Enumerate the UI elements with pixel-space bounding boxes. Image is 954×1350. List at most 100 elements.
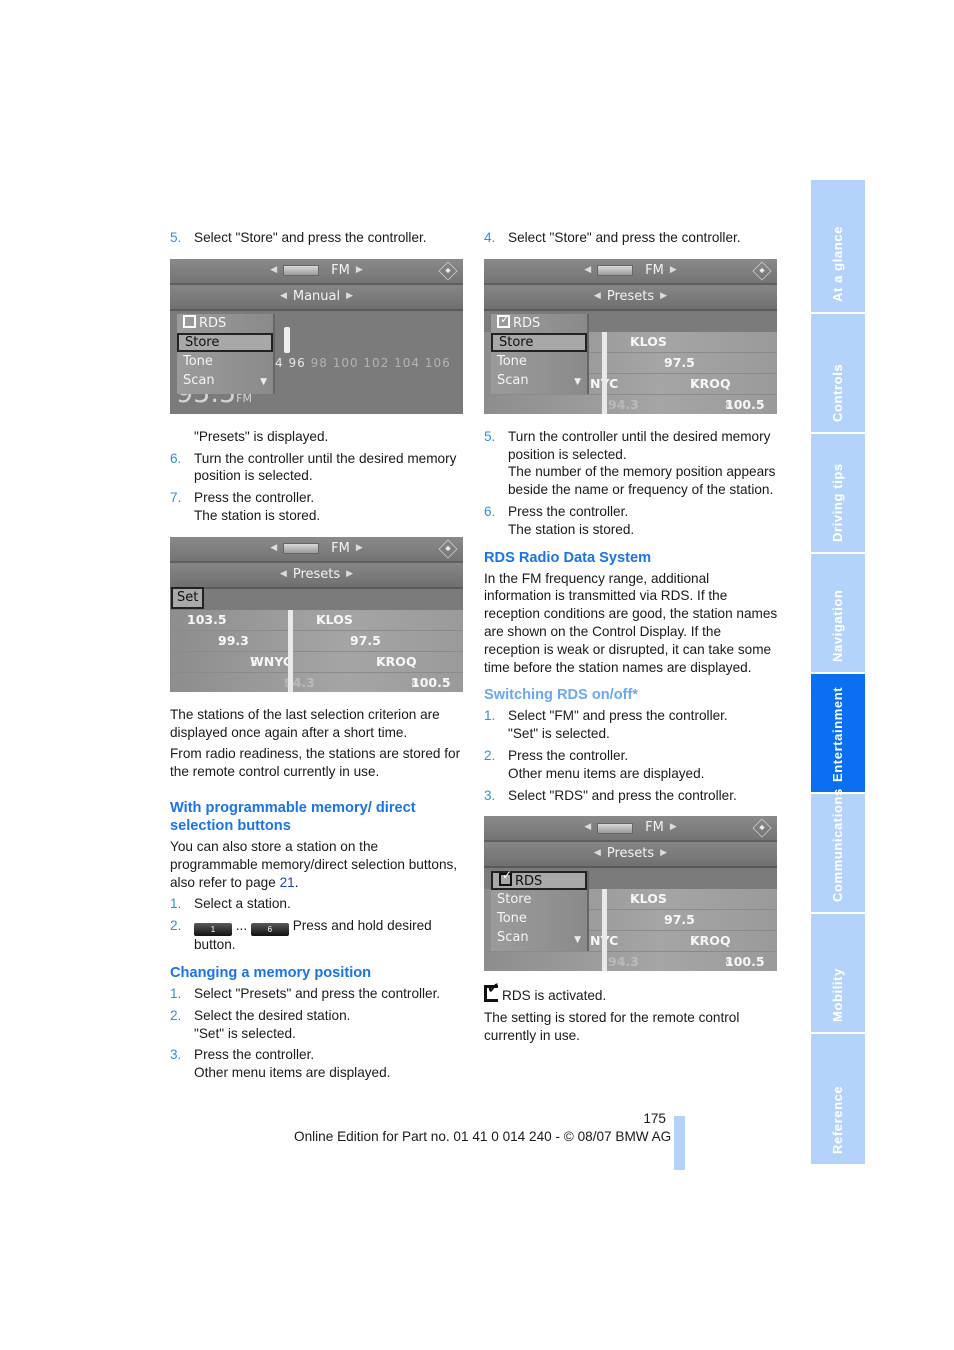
tab-communications[interactable]: Communications: [811, 788, 865, 914]
step-select-station: 1. Select a station.: [170, 896, 291, 912]
screen-band-bar: ◀ FM ▶: [170, 258, 463, 285]
menu-item-rds[interactable]: RDS: [491, 310, 587, 333]
idrive-screen-store-menu: ◀ FM ▶ ◀ Presets ▶ 5KLOS 697.5 NYC7KROQ …: [484, 258, 777, 414]
chevron-down-icon: ▼: [260, 377, 267, 387]
menu-item-store[interactable]: Store: [491, 890, 587, 909]
tab-navigation[interactable]: Navigation: [811, 554, 865, 674]
step-text: Select "Store" and press the controller.: [194, 230, 427, 245]
screen-mode-bar: ◀ Manual ▶: [170, 284, 463, 311]
idrive-screen-rds-selected: ◀ FM ▶ ◀ Presets ▶ 5KLOS 697.5 NYC7KROQ …: [484, 816, 777, 972]
tab-mobility[interactable]: Mobility: [811, 914, 865, 1034]
screen-band-bar: ◀ FM ▶: [484, 816, 777, 843]
arrow-right-icon: ▶: [660, 290, 668, 301]
step-store-left: 5. Select "Store" and press the controll…: [170, 229, 465, 247]
radio-icon: [283, 265, 320, 277]
heading-switching-rds: Switching RDS on/off*: [484, 687, 639, 704]
step-press-hold-button: 2. 1 ... 6 Press and hold desired button…: [170, 918, 432, 953]
preset-grid: 1103.5 5KLOS 299.3 697.5 3WNYC 7KROQ 494…: [170, 609, 463, 692]
navigation-diamond-icon: [752, 818, 772, 838]
navigation-diamond-icon: [438, 539, 458, 559]
screen-mode-bar: ◀ Presets ▶: [170, 562, 463, 589]
arrow-right-icon: ▶: [346, 568, 354, 579]
menu-item-rds[interactable]: RDS: [177, 314, 273, 333]
left-column: 5. Select "Store" and press the controll…: [170, 229, 465, 1086]
page-link[interactable]: 21: [280, 875, 295, 890]
tab-controls[interactable]: Controls: [811, 314, 865, 434]
menu-item-scan[interactable]: Scan: [491, 928, 587, 947]
options-menu: RDS Store Tone Scan ▼: [491, 868, 589, 952]
arrow-right-icon: ▶: [355, 264, 363, 275]
memory-button-1-icon: 1: [194, 923, 232, 937]
step-list-item: 2. Press the controller. Other menu items…: [484, 747, 705, 781]
rds-checkmark-icon: [484, 980, 500, 1003]
menu-item-store[interactable]: Store: [491, 332, 587, 352]
step-list-item: 3. Press the controller. Other menu items…: [170, 1047, 391, 1081]
paragraph: You can also store a station on the prog…: [170, 838, 458, 890]
preset-row: 1 103.5 5 KLOS: [170, 610, 463, 631]
arrow-left-icon: ◀: [270, 264, 278, 275]
heading-programmable-memory: With programmable memory/ direct selecti…: [170, 799, 416, 834]
heading-changing-memory-position: Changing a memory position: [170, 964, 372, 981]
navigation-diamond-icon: [752, 261, 772, 281]
menu-item-tone[interactable]: Tone: [177, 352, 273, 371]
paragraph: From radio readiness, the stations are s…: [170, 746, 461, 780]
presets-displayed-note: "Presets" is displayed.: [194, 428, 329, 444]
tab-at-a-glance[interactable]: At a glance: [811, 180, 865, 314]
tab-reference[interactable]: Reference: [811, 1034, 865, 1164]
screen-band-bar: ◀ FM ▶: [170, 536, 463, 563]
chevron-down-icon: ▼: [574, 934, 581, 945]
chapter-tabs: At a glance Controls Driving tips Naviga…: [811, 180, 865, 1164]
screen-mode-bar: ◀ Presets ▶: [484, 284, 777, 311]
tuning-knob-indicator: [284, 326, 290, 353]
radio-icon: [283, 543, 320, 555]
set-button[interactable]: Set: [171, 586, 205, 609]
checkbox-checked-icon: [497, 310, 510, 329]
paragraph: In the FM frequency range, additional in…: [484, 570, 778, 675]
chevron-down-icon: ▼: [574, 377, 581, 387]
menu-item-store[interactable]: Store: [177, 332, 273, 352]
step-list-item: 1. Select "FM" and press the controller.…: [484, 708, 728, 742]
controller-position-indicator: [602, 331, 607, 414]
arrow-right-icon: ▶: [346, 290, 354, 301]
arrow-left-icon: ◀: [593, 848, 601, 859]
arrow-left-icon: ◀: [270, 542, 278, 553]
menu-item-tone[interactable]: Tone: [491, 909, 587, 928]
checkbox-off-icon: [183, 314, 196, 328]
checkbox-checked-icon: [499, 868, 512, 887]
arrow-left-icon: ◀: [584, 822, 592, 833]
arrow-left-icon: ◀: [279, 290, 287, 301]
options-menu: RDS Store Tone Scan ▼: [177, 313, 275, 394]
band-label: FM: [331, 262, 350, 278]
step-press-controller: 7. Press the controller. The station is s…: [170, 490, 321, 523]
arrow-left-icon: ◀: [584, 264, 592, 275]
arrow-right-icon: ▶: [669, 822, 677, 833]
right-column: 4. Select "Store" and press the controll…: [484, 229, 779, 1049]
arrow-left-icon: ◀: [593, 290, 601, 301]
step-list-item: 3. Select "RDS" and press the controller…: [484, 787, 737, 803]
arrow-right-icon: ▶: [660, 848, 668, 859]
step-list-item: 1. Select "Presets" and press the contro…: [170, 985, 441, 1001]
controller-position-indicator: [602, 889, 607, 972]
menu-item-scan[interactable]: Scan: [177, 371, 273, 390]
heading-rds: RDS Radio Data System: [484, 549, 652, 566]
tab-driving-tips[interactable]: Driving tips: [811, 434, 865, 554]
step-turn-controller: 5. Turn the controller until the desired…: [484, 428, 776, 498]
idrive-screen-presets: ◀ FM ▶ ◀ Presets ▶ Set 1 103.5 5 KLOS 2 99.…: [170, 536, 463, 692]
memory-button-6-icon: 6: [250, 923, 289, 937]
arrow-right-icon: ▶: [355, 542, 363, 553]
edition-footer: Online Edition for Part no. 01 41 0 014 …: [294, 1129, 672, 1144]
step-turn-controller: 6. Turn the controller until the desired…: [170, 450, 457, 484]
tab-entertainment[interactable]: Entertainment: [811, 674, 865, 794]
options-menu: RDS Store Tone Scan ▼: [491, 310, 589, 394]
arrow-right-icon: ▶: [669, 264, 677, 275]
paragraph: The setting is stored for the remote con…: [484, 1010, 740, 1043]
mode-label: Manual: [292, 288, 341, 304]
menu-item-rds[interactable]: RDS: [491, 868, 587, 891]
menu-item-tone[interactable]: Tone: [491, 352, 587, 371]
page-number: 175: [643, 1111, 666, 1126]
controller-position-indicator: [288, 609, 293, 692]
step-press-controller: 6. Press the controller. The station is s…: [484, 503, 635, 537]
idrive-screen-manual: ◀ FM ▶ ◀ Manual ▶ 4 96 98 100 102 104 10…: [170, 258, 463, 414]
menu-item-scan[interactable]: Scan: [491, 371, 587, 390]
footer-accent-bar: [674, 1116, 685, 1170]
